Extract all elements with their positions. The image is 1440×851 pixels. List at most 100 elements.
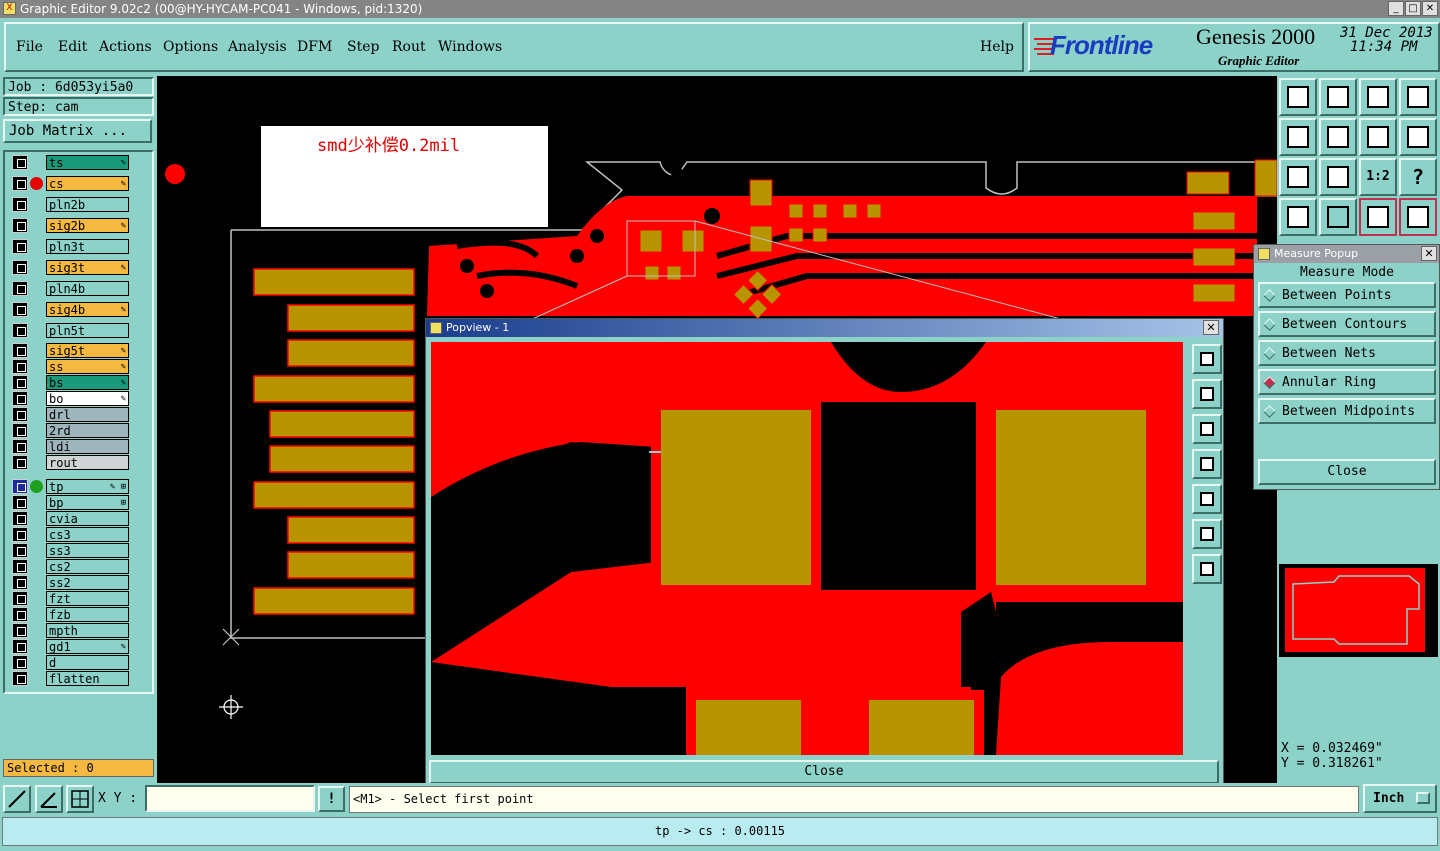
mode-between-contours[interactable]: Between Contours — [1258, 311, 1436, 337]
layer-row[interactable]: flatten — [12, 671, 130, 686]
layer-row[interactable]: cvia — [12, 511, 130, 526]
split-view-button[interactable] — [1399, 78, 1437, 116]
layer-name[interactable]: ss2 — [46, 575, 129, 590]
layer-name[interactable]: sig3t ✎ — [46, 260, 129, 275]
layer-name[interactable]: bs ✎ — [46, 375, 129, 390]
layer-checkbox[interactable] — [12, 302, 28, 317]
help-button[interactable]: ? — [1399, 158, 1437, 196]
layer-row[interactable]: rout — [12, 455, 130, 470]
swap-view-button[interactable] — [1399, 118, 1437, 156]
layer-checkbox[interactable] — [12, 359, 28, 374]
layer-row[interactable]: sig4b ✎ — [12, 302, 130, 317]
layer-name[interactable]: sig2b ✎ — [46, 218, 129, 233]
layer-row[interactable]: ss ✎ — [12, 359, 130, 374]
layer-name[interactable]: bp ⊞ — [46, 495, 129, 510]
overview-map[interactable] — [1279, 564, 1438, 657]
layer-row[interactable]: ts ✎ — [12, 155, 130, 170]
popview-close-button[interactable]: Close — [429, 760, 1219, 784]
layer-name[interactable]: pln2b — [46, 197, 129, 212]
layer-checkbox[interactable] — [12, 197, 28, 212]
layer-row[interactable]: fzt — [12, 591, 130, 606]
layer-checkbox[interactable] — [12, 375, 28, 390]
layer-name[interactable]: drl — [46, 407, 129, 422]
layer-row[interactable]: pln2b — [12, 197, 130, 212]
layer-row[interactable]: fzb — [12, 607, 130, 622]
popview-pan-down-button[interactable] — [1192, 414, 1222, 444]
layer-row[interactable]: cs3 — [12, 527, 130, 542]
measure-tool-button[interactable] — [1279, 198, 1317, 236]
layer-name[interactable]: d — [46, 655, 129, 670]
layer-checkbox[interactable] — [12, 239, 28, 254]
layer-name[interactable]: mpth — [46, 623, 129, 638]
layer-row[interactable]: bs ✎ — [12, 375, 130, 390]
menu-rout[interactable]: Rout — [392, 39, 426, 55]
layer-name[interactable]: pln5t — [46, 323, 129, 338]
layer-row[interactable]: ss3 — [12, 543, 130, 558]
layer-checkbox[interactable] — [12, 343, 28, 358]
layer-name[interactable]: ldi — [46, 439, 129, 454]
layer-checkbox[interactable] — [12, 176, 28, 191]
layer-row[interactable]: sig3t ✎ — [12, 260, 130, 275]
layer-name[interactable]: gd1 ✎ — [46, 639, 129, 654]
layer-checkbox[interactable] — [12, 511, 28, 526]
layer-checkbox[interactable] — [12, 391, 28, 406]
mode-between-midpoints[interactable]: Between Midpoints — [1258, 398, 1436, 424]
mode-between-nets[interactable]: Between Nets — [1258, 340, 1436, 366]
units-selector[interactable]: Inch — [1363, 784, 1437, 813]
mode-annular-ring[interactable]: Annular Ring — [1258, 369, 1436, 395]
job-matrix-button[interactable]: Job Matrix ... — [3, 119, 152, 143]
layer-name[interactable]: rout — [46, 455, 129, 470]
close-window-button[interactable]: ✕ — [1422, 1, 1438, 16]
layer-row[interactable]: pln5t — [12, 323, 130, 338]
layer-checkbox[interactable] — [12, 281, 28, 296]
layer-name[interactable]: tp ✎ ⊞ — [46, 479, 129, 494]
layer-row[interactable]: sig2b ✎ — [12, 218, 130, 233]
layer-checkbox[interactable] — [12, 639, 28, 654]
layer-row[interactable]: cs ✎ — [12, 176, 130, 191]
layer-checkbox[interactable] — [12, 543, 28, 558]
menu-dfm[interactable]: DFM — [297, 39, 332, 55]
zoom-home-button[interactable] — [1279, 78, 1317, 116]
layer-row[interactable]: 2rd — [12, 423, 130, 438]
layer-row[interactable]: tp ✎ ⊞ — [12, 479, 130, 494]
layer-name[interactable]: fzt — [46, 591, 129, 606]
xy-input[interactable] — [145, 785, 315, 812]
layer-checkbox[interactable] — [12, 155, 28, 170]
layer-row[interactable]: mpth — [12, 623, 130, 638]
grid-button[interactable] — [1319, 198, 1357, 236]
layer-name[interactable]: ss ✎ — [46, 359, 129, 374]
popview-pan-up-button[interactable] — [1192, 379, 1222, 409]
layer-checkbox[interactable] — [12, 439, 28, 454]
layer-name[interactable]: cs3 — [46, 527, 129, 542]
popview-pan-left-button[interactable] — [1192, 449, 1222, 479]
layer-name[interactable]: sig5t ✎ — [46, 343, 129, 358]
grid-snap-button[interactable] — [66, 785, 94, 813]
layer-name[interactable]: pln4b — [46, 281, 129, 296]
layer-checkbox[interactable] — [12, 591, 28, 606]
layer-name[interactable]: flatten — [46, 671, 129, 686]
popview-canvas[interactable] — [431, 342, 1183, 755]
pan-right-button[interactable] — [1319, 118, 1357, 156]
home-view-button[interactable] — [1359, 78, 1397, 116]
popview-zoom-button[interactable] — [1192, 344, 1222, 374]
scale-button[interactable]: 1:2 — [1359, 158, 1397, 196]
layer-row[interactable]: bp ⊞ — [12, 495, 130, 510]
layer-row[interactable]: sig5t ✎ — [12, 343, 130, 358]
menu-windows[interactable]: Windows — [438, 39, 502, 55]
zoom-fit-button[interactable] — [1279, 158, 1317, 196]
layer-checkbox[interactable] — [12, 671, 28, 686]
layer-checkbox[interactable] — [12, 260, 28, 275]
layer-row[interactable]: d — [12, 655, 130, 670]
layer-row[interactable]: ss2 — [12, 575, 130, 590]
layer-row[interactable]: ldi — [12, 439, 130, 454]
layer-checkbox[interactable] — [12, 455, 28, 470]
mirror-view-button[interactable] — [1359, 118, 1397, 156]
menu-options[interactable]: Options — [163, 39, 218, 55]
popview-fit-button[interactable] — [1192, 519, 1222, 549]
snap-tool-button[interactable] — [3, 785, 31, 813]
layer-checkbox[interactable] — [12, 607, 28, 622]
layer-checkbox[interactable] — [12, 479, 28, 494]
layer-name[interactable]: 2rd — [46, 423, 129, 438]
menu-actions[interactable]: Actions — [99, 39, 152, 55]
menu-edit[interactable]: Edit — [58, 39, 87, 55]
